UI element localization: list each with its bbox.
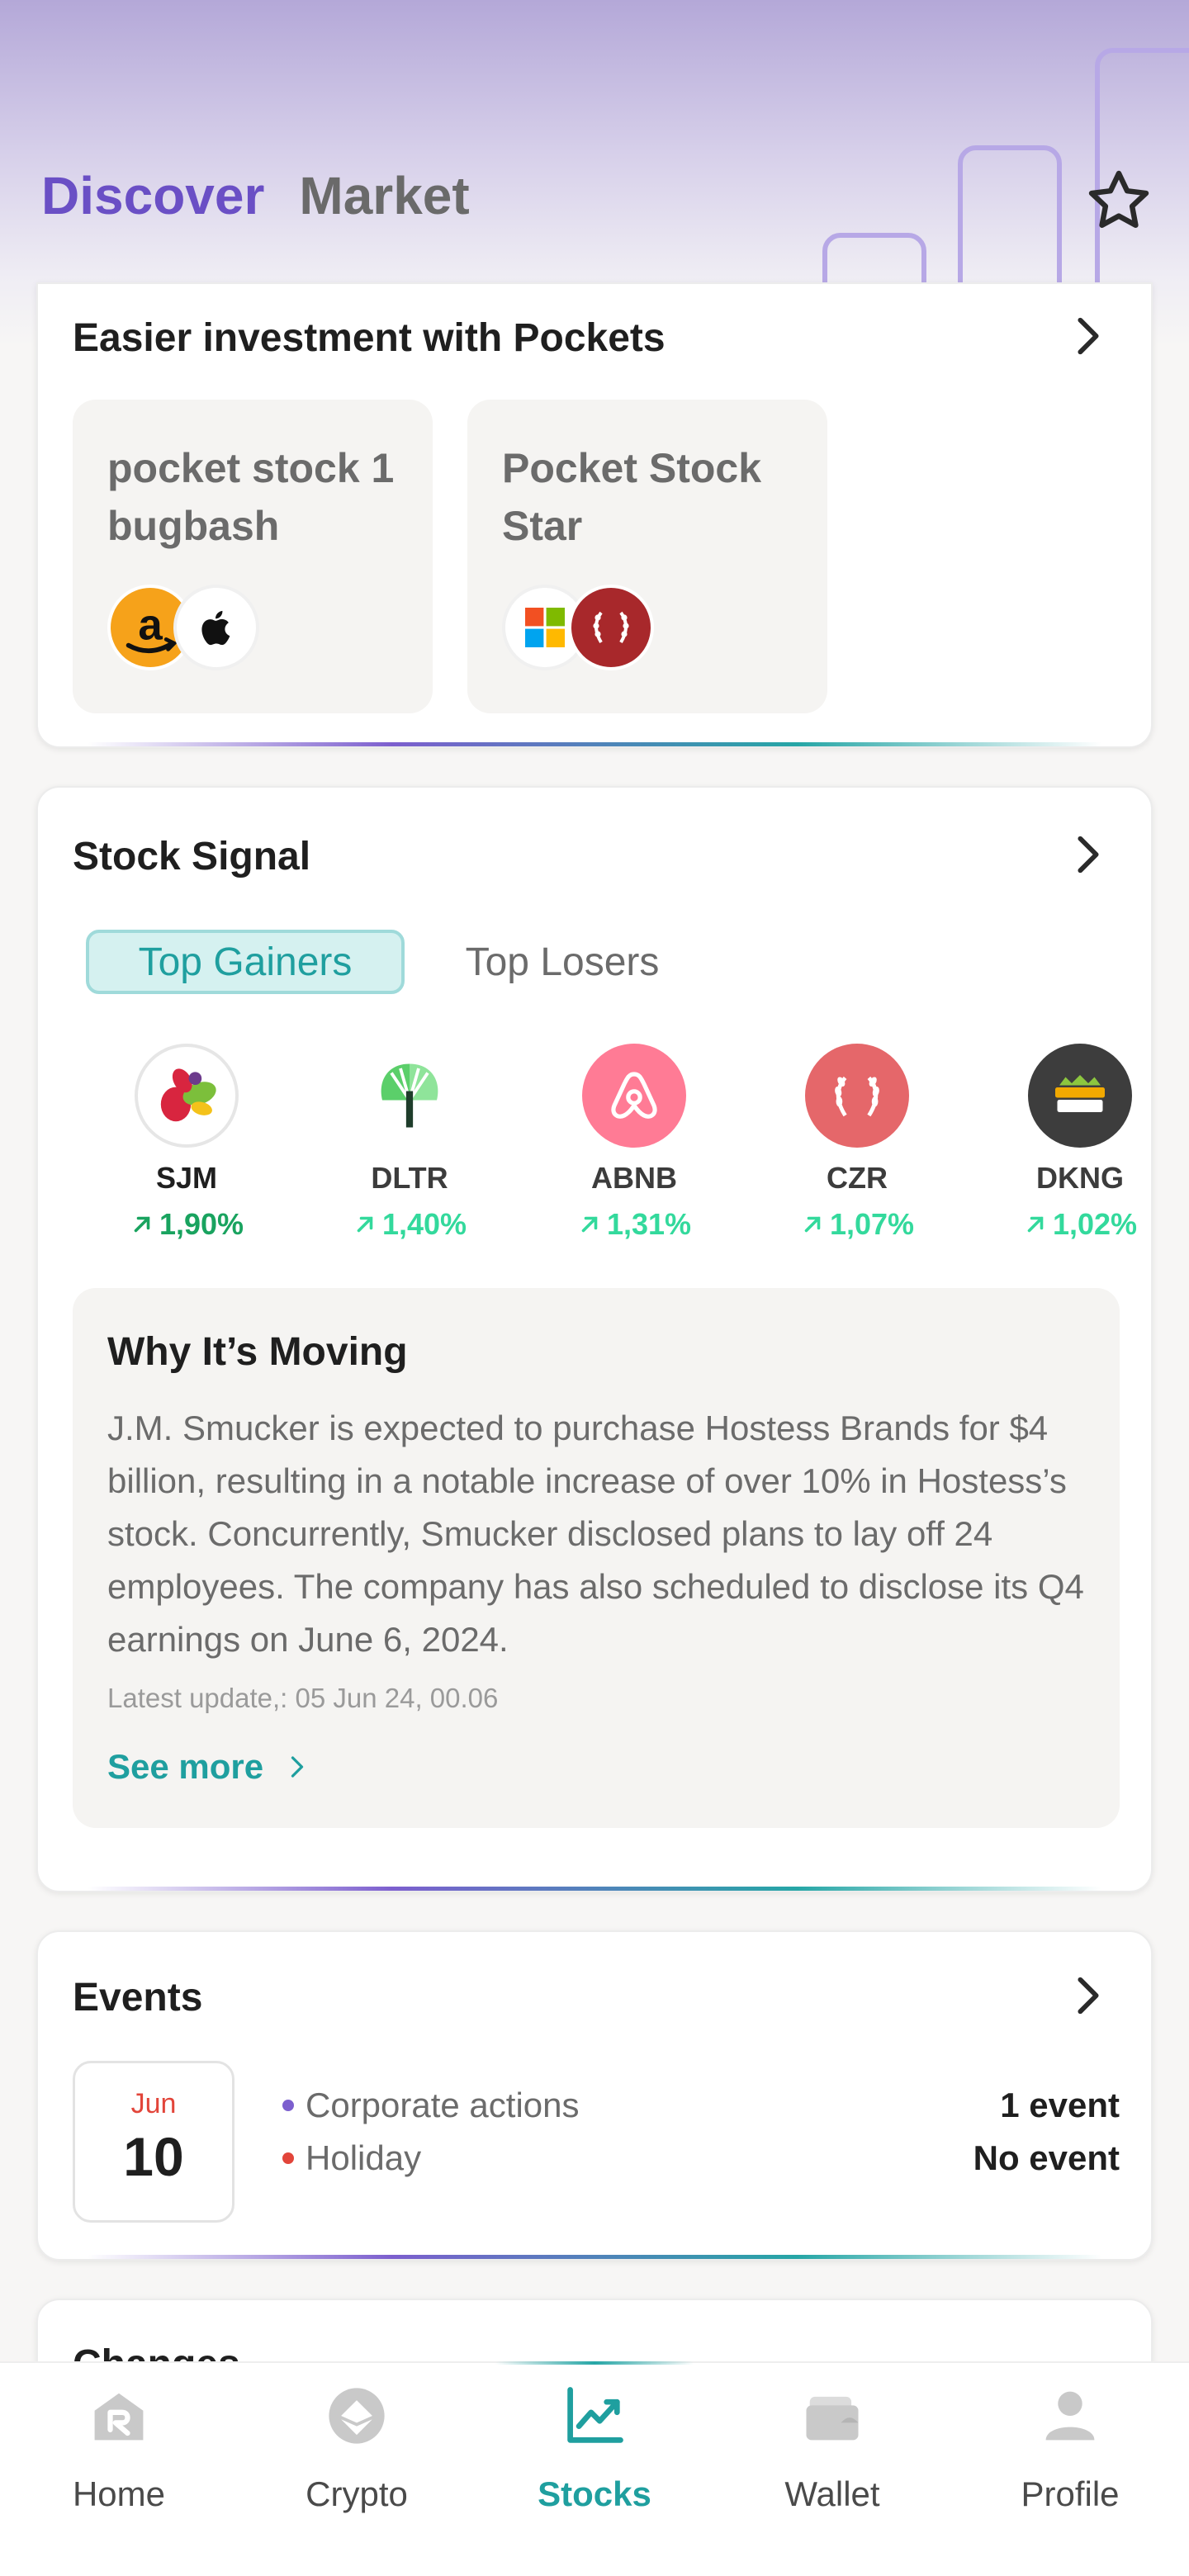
red-dot-icon <box>282 2152 294 2164</box>
nav-label: Stocks <box>538 2474 651 2513</box>
mover-item[interactable]: CZR 1,07% <box>783 1044 931 1242</box>
nav-stocks[interactable]: Stocks <box>476 2381 713 2514</box>
pocket-name: Pocket Stock Star <box>502 445 762 549</box>
tab-discover[interactable]: Discover <box>41 165 264 226</box>
pockets-title: Easier investment with Pockets <box>73 316 666 360</box>
arrow-up-right-icon <box>134 1216 150 1233</box>
arrow-up-right-icon <box>1027 1216 1044 1233</box>
see-more-link[interactable]: See more <box>107 1747 306 1787</box>
watchlist-star-icon[interactable] <box>1083 165 1154 236</box>
active-indicator <box>495 2361 694 2365</box>
pockets-card: Easier investment with Pockets pocket st… <box>36 282 1153 748</box>
why-its-moving-body: J.M. Smucker is expected to purchase Hos… <box>107 1409 1084 1659</box>
nav-profile[interactable]: Profile <box>951 2381 1189 2514</box>
event-label: Holiday <box>306 2138 422 2177</box>
arrow-up-right-icon <box>581 1216 598 1233</box>
arrow-up-right-icon <box>804 1216 821 1233</box>
mover-item[interactable]: ABNB 1,31% <box>560 1044 708 1242</box>
stocks-chart-icon <box>567 2387 623 2443</box>
mover-item[interactable]: SJM 1,90% <box>112 1044 261 1242</box>
nav-label: Home <box>72 2474 166 2513</box>
mover-change-value: 1,07% <box>829 1207 915 1241</box>
caesars-logo <box>805 1044 909 1148</box>
mover-change-value: 1,02% <box>1052 1207 1138 1241</box>
arrow-up-right-icon <box>357 1216 373 1233</box>
mover-item[interactable]: DKNG 1,02% <box>1006 1044 1151 1242</box>
events-title: Events <box>73 1976 203 2020</box>
event-row-corporate-actions[interactable]: Corporate actions 1 event <box>282 2086 1120 2125</box>
mover-change-value: 1,40% <box>381 1207 467 1241</box>
tab-top-gainers[interactable]: Top Gainers <box>86 930 405 994</box>
mover-symbol: DLTR <box>371 1161 448 1195</box>
stock-signal-card: Stock Signal Top Gainers Top Losers SJM … <box>36 786 1153 1892</box>
chevron-right-icon <box>291 1756 304 1778</box>
event-date-box[interactable]: Jun 10 <box>73 2061 234 2223</box>
event-month: Jun <box>130 2088 177 2119</box>
mover-change: 1,07% <box>783 1207 931 1242</box>
tab-market[interactable]: Market <box>299 165 469 226</box>
home-icon <box>94 2393 144 2441</box>
event-row-holiday[interactable]: Holiday No event <box>282 2138 1120 2178</box>
nav-crypto[interactable]: Crypto <box>238 2381 476 2514</box>
nav-label: Profile <box>1021 2474 1120 2513</box>
mover-symbol: SJM <box>155 1161 218 1195</box>
nav-home[interactable]: Home <box>0 2381 238 2514</box>
mover-symbol: DKNG <box>1036 1161 1124 1195</box>
airbnb-logo <box>582 1044 686 1148</box>
see-more-label: See more <box>107 1747 264 1786</box>
draftkings-logo <box>1028 1044 1132 1148</box>
event-count: No event <box>973 2138 1120 2177</box>
pocket-logos <box>502 585 667 670</box>
laurel-logo <box>568 585 654 670</box>
chevron-right-icon[interactable] <box>1072 1973 1105 2018</box>
mover-symbol: CZR <box>827 1161 888 1195</box>
crypto-icon <box>329 2388 385 2444</box>
mover-change: 1,02% <box>1006 1207 1151 1242</box>
chevron-right-icon[interactable] <box>1072 832 1105 877</box>
event-count: 1 event <box>1000 2086 1120 2124</box>
pocket-card[interactable]: pocket stock 1 bugbash a <box>73 400 433 713</box>
bottom-navigation: Home Crypto Stocks Wallet Profile <box>0 2361 1189 2576</box>
why-its-moving-title: Why It’s Moving <box>107 1330 408 1374</box>
wallet-icon <box>806 2396 859 2441</box>
svg-text:a: a <box>138 600 163 649</box>
mover-change-value: 1,90% <box>159 1207 244 1241</box>
chevron-right-icon[interactable] <box>1072 314 1105 358</box>
stock-signal-title: Stock Signal <box>73 835 311 878</box>
profile-icon <box>1045 2391 1095 2441</box>
latest-update-timestamp: Latest update,: 05 Jun 24, 00.06 <box>107 1683 499 1713</box>
mover-change: 1,40% <box>335 1207 484 1242</box>
pocket-card[interactable]: Pocket Stock Star <box>467 400 827 713</box>
pocket-name: pocket stock 1 bugbash <box>107 445 395 549</box>
nav-label: Wallet <box>784 2474 880 2513</box>
event-day: 10 <box>123 2126 184 2187</box>
why-its-moving-panel: Why It’s Moving J.M. Smucker is expected… <box>73 1288 1120 1828</box>
dollar-tree-logo <box>358 1044 462 1148</box>
mover-change: 1,31% <box>560 1207 708 1242</box>
events-card: Events Jun 10 Corporate actions 1 event … <box>36 1930 1153 2261</box>
nav-label: Crypto <box>306 2474 408 2513</box>
mover-symbol: ABNB <box>591 1161 677 1195</box>
smucker-logo <box>135 1044 239 1148</box>
mover-item[interactable]: DLTR 1,40% <box>335 1044 484 1242</box>
purple-dot-icon <box>282 2100 294 2111</box>
mover-change: 1,90% <box>112 1207 261 1242</box>
mover-change-value: 1,31% <box>606 1207 692 1241</box>
nav-wallet[interactable]: Wallet <box>713 2381 951 2514</box>
apple-logo <box>173 585 259 670</box>
event-label: Corporate actions <box>306 2086 580 2124</box>
header-tabs: Discover Market <box>41 165 470 226</box>
tab-top-losers[interactable]: Top Losers <box>451 930 674 994</box>
pocket-logos: a <box>107 585 272 670</box>
